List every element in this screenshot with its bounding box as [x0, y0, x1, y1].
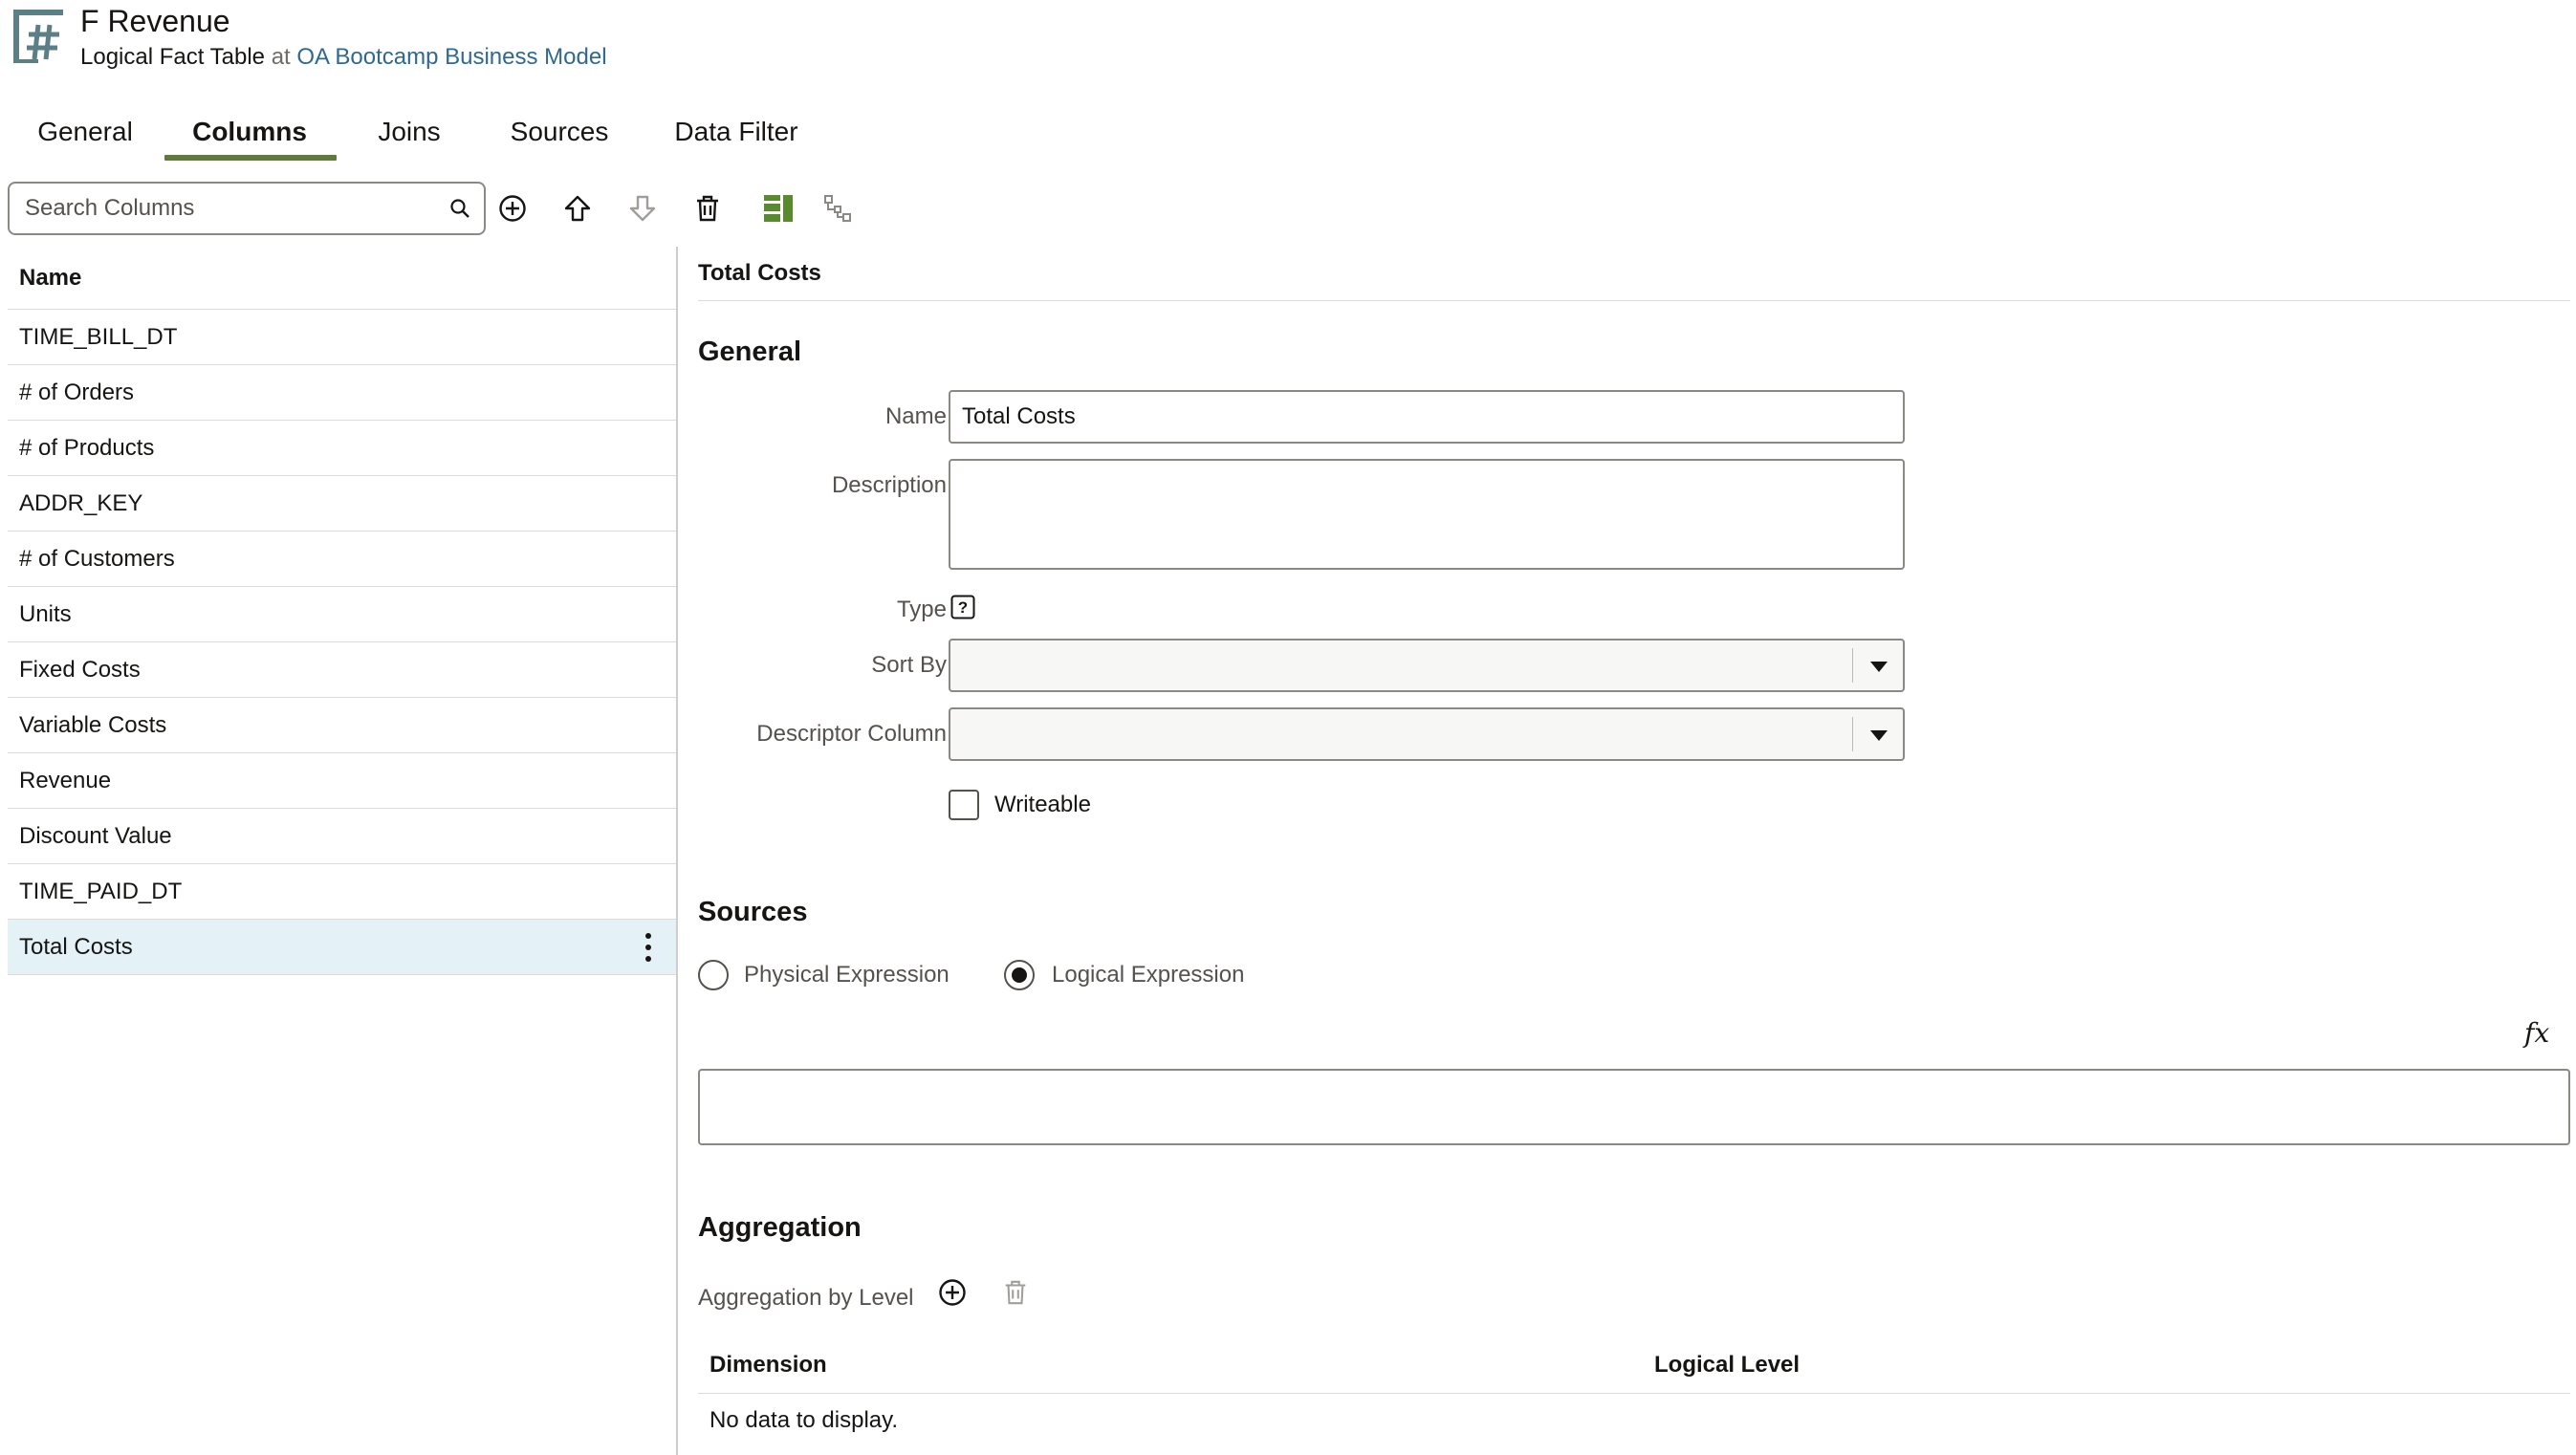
add-icon	[939, 1279, 966, 1306]
page-title: F Revenue	[80, 4, 230, 38]
add-icon	[499, 195, 526, 222]
page-root: F Revenue Logical Fact Table at OA Bootc…	[0, 0, 2576, 1455]
delete-aggregation-button[interactable]	[998, 1275, 1033, 1310]
detail-title: Total Costs	[698, 260, 821, 286]
business-model-link[interactable]: OA Bootcamp Business Model	[296, 44, 606, 70]
add-aggregation-button[interactable]	[935, 1275, 970, 1310]
divider	[698, 300, 2570, 301]
search-columns-box[interactable]	[8, 182, 486, 235]
type-label: Type	[896, 597, 947, 622]
help-icon[interactable]: ?	[950, 595, 975, 619]
tab-data-filter[interactable]: Data Filter	[669, 113, 803, 163]
layout-button[interactable]	[759, 189, 797, 228]
tab-joins[interactable]: Joins	[377, 113, 442, 163]
search-icon[interactable]	[449, 198, 470, 219]
add-column-button[interactable]	[493, 189, 532, 228]
svg-text:?: ?	[958, 598, 968, 617]
list-item[interactable]: Units	[8, 587, 677, 642]
panel-divider[interactable]	[676, 247, 678, 1455]
list-item[interactable]: Fixed Costs	[8, 642, 677, 698]
aggregation-table-header: Dimension Logical Level	[698, 1336, 2570, 1394]
tab-general[interactable]: General	[36, 113, 134, 163]
chevron-down-icon[interactable]	[1870, 730, 1888, 741]
sort-by-label: Sort By	[871, 652, 947, 678]
aggregation-section-heading: Aggregation	[698, 1212, 862, 1243]
select-separator	[1852, 648, 1853, 683]
list-item[interactable]: Discount Value	[8, 809, 677, 864]
expression-field[interactable]	[698, 1069, 2570, 1145]
columns-list: Name TIME_BILL_DT # of Orders # of Produ…	[8, 247, 677, 975]
move-down-icon	[629, 195, 656, 222]
logical-expression-radio[interactable]	[1004, 960, 1035, 990]
list-item[interactable]: ADDR_KEY	[8, 476, 677, 532]
layout-icon	[764, 195, 793, 222]
description-label: Description	[831, 472, 947, 498]
delete-icon	[697, 195, 718, 222]
list-item[interactable]: Revenue	[8, 753, 677, 809]
physical-expression-label[interactable]: Physical Expression	[744, 962, 950, 988]
writeable-checkbox[interactable]	[949, 790, 979, 820]
delete-icon	[1005, 1280, 1026, 1305]
list-item-label: Total Costs	[19, 933, 133, 960]
tab-sources[interactable]: Sources	[509, 113, 610, 163]
column-header-dimension[interactable]: Dimension	[709, 1352, 827, 1379]
name-field[interactable]: Total Costs	[949, 390, 1905, 444]
list-item[interactable]: # of Orders	[8, 365, 677, 421]
delete-column-button[interactable]	[688, 189, 727, 228]
list-item-selected[interactable]: Total Costs	[8, 920, 677, 975]
name-label: Name	[884, 403, 947, 429]
description-field[interactable]	[949, 459, 1905, 570]
column-header-name[interactable]: Name	[8, 247, 677, 310]
select-separator	[1852, 717, 1853, 751]
list-item[interactable]: Variable Costs	[8, 698, 677, 753]
more-options-icon[interactable]	[641, 931, 656, 964]
empty-table-message: No data to display.	[709, 1407, 899, 1433]
writeable-label[interactable]: Writeable	[994, 792, 1091, 818]
fact-table-icon	[13, 10, 63, 63]
subtitle-at: at	[271, 44, 291, 70]
page-subtitle: Logical Fact Table at OA Bootcamp Busine…	[80, 44, 607, 71]
list-item[interactable]: # of Products	[8, 421, 677, 476]
move-up-button[interactable]	[558, 189, 597, 228]
sources-section-heading: Sources	[698, 897, 808, 927]
object-type: Logical Fact Table	[80, 44, 266, 70]
physical-expression-radio[interactable]	[698, 960, 729, 990]
expression-editor-icon[interactable]: fx	[2524, 1017, 2549, 1049]
search-columns-input[interactable]	[25, 195, 449, 222]
list-item[interactable]: # of Customers	[8, 532, 677, 587]
column-header-logical-level[interactable]: Logical Level	[1654, 1352, 1800, 1379]
active-tab-indicator	[164, 155, 337, 161]
general-section-heading: General	[698, 337, 801, 367]
logical-expression-label[interactable]: Logical Expression	[1052, 962, 1244, 988]
list-item[interactable]: TIME_PAID_DT	[8, 864, 677, 920]
hierarchy-button[interactable]	[819, 189, 857, 228]
sort-by-select[interactable]	[949, 639, 1905, 692]
descriptor-column-label: Descriptor Column	[756, 721, 947, 747]
list-item[interactable]: TIME_BILL_DT	[8, 310, 677, 365]
chevron-down-icon[interactable]	[1870, 662, 1888, 672]
move-down-button[interactable]	[623, 189, 662, 228]
move-up-icon	[564, 195, 591, 222]
hierarchy-icon	[824, 195, 851, 222]
descriptor-column-select[interactable]	[949, 707, 1905, 761]
aggregation-by-level-label: Aggregation by Level	[698, 1285, 914, 1311]
name-value: Total Costs	[962, 403, 1076, 429]
